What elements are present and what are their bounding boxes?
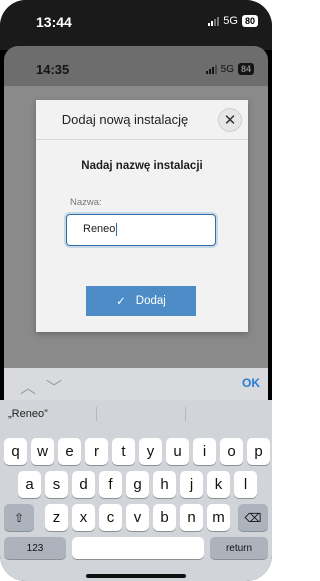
- shift-key[interactable]: ⇧: [4, 504, 34, 531]
- close-button[interactable]: ✕: [218, 108, 242, 132]
- shift-icon: ⇧: [13, 510, 25, 525]
- key-w[interactable]: w: [31, 438, 54, 465]
- ok-button[interactable]: OK: [242, 376, 260, 390]
- key-h[interactable]: h: [153, 471, 176, 498]
- key-t[interactable]: t: [112, 438, 135, 465]
- add-button-label: Dodaj: [135, 295, 166, 307]
- key-p[interactable]: p: [247, 438, 270, 465]
- dialog-header: Dodaj nową instalację ✕: [36, 100, 248, 140]
- key-o[interactable]: o: [220, 438, 243, 465]
- suggestion-bar: „Reneo”: [0, 400, 272, 428]
- key-a[interactable]: a: [18, 471, 41, 498]
- key-i[interactable]: i: [193, 438, 216, 465]
- key-f[interactable]: f: [99, 471, 122, 498]
- key-v[interactable]: v: [126, 504, 149, 531]
- previous-field-icon[interactable]: ︿: [20, 374, 36, 398]
- key-b[interactable]: b: [153, 504, 176, 531]
- signal-icon: [205, 64, 217, 74]
- outer-clock: 13:44: [36, 14, 72, 30]
- inner-clock: 14:35: [36, 62, 70, 77]
- close-icon: ✕: [223, 111, 237, 129]
- add-button[interactable]: ✓ Dodaj: [86, 286, 196, 316]
- dialog-subtitle: Nadaj nazwę instalacji: [81, 160, 203, 172]
- key-u[interactable]: u: [166, 438, 189, 465]
- check-icon: ✓: [116, 296, 126, 308]
- key-k[interactable]: k: [207, 471, 230, 498]
- keyboard-accessory-bar: ︿ ﹀ OK: [4, 368, 268, 400]
- key-g[interactable]: g: [126, 471, 149, 498]
- space-key[interactable]: [72, 537, 204, 559]
- key-x[interactable]: x: [72, 504, 95, 531]
- key-l[interactable]: l: [234, 471, 257, 498]
- name-input[interactable]: Reneo: [66, 214, 216, 246]
- return-key[interactable]: return: [210, 537, 268, 559]
- network-type: 5G: [223, 15, 238, 27]
- signal-icon: [208, 16, 220, 26]
- key-j[interactable]: j: [180, 471, 203, 498]
- next-field-icon[interactable]: ﹀: [46, 374, 62, 398]
- battery-indicator: 80: [241, 15, 258, 27]
- key-n[interactable]: n: [180, 504, 203, 531]
- key-q[interactable]: q: [4, 438, 27, 465]
- suggestion-item[interactable]: „Reneo”: [8, 400, 48, 428]
- network-type: 5G: [220, 63, 234, 75]
- outer-status-bar: 13:44 5G 80: [0, 0, 272, 50]
- key-d[interactable]: d: [72, 471, 95, 498]
- key-c[interactable]: c: [99, 504, 122, 531]
- inner-status-bar: 14:35 5G 84: [4, 56, 268, 86]
- key-z[interactable]: z: [45, 504, 68, 531]
- add-installation-dialog: Dodaj nową instalację ✕ Nadaj nazwę inst…: [36, 100, 248, 332]
- key-m[interactable]: m: [207, 504, 230, 531]
- suggestion-divider: [185, 407, 186, 421]
- key-e[interactable]: e: [58, 438, 81, 465]
- numbers-key[interactable]: 123: [4, 537, 66, 559]
- name-field-label: Nazwa:: [70, 197, 102, 208]
- key-r[interactable]: r: [85, 438, 108, 465]
- backspace-icon: ⌫: [244, 510, 262, 525]
- keyboard: „Reneo” q w e r t y u i o p a s d f g h …: [0, 400, 272, 581]
- text-caret: [116, 222, 118, 236]
- home-indicator[interactable]: [86, 574, 186, 578]
- key-s[interactable]: s: [45, 471, 68, 498]
- backspace-key[interactable]: ⌫: [238, 504, 268, 531]
- battery-indicator: 84: [237, 63, 254, 75]
- suggestion-divider: [96, 407, 97, 421]
- key-y[interactable]: y: [139, 438, 162, 465]
- dialog-title: Dodaj nową instalację: [61, 112, 189, 127]
- phone-screen: 13:44 5G 80 14:35 5G 84 Dodaj nową insta…: [0, 0, 272, 581]
- name-input-value: Reneo: [83, 223, 116, 235]
